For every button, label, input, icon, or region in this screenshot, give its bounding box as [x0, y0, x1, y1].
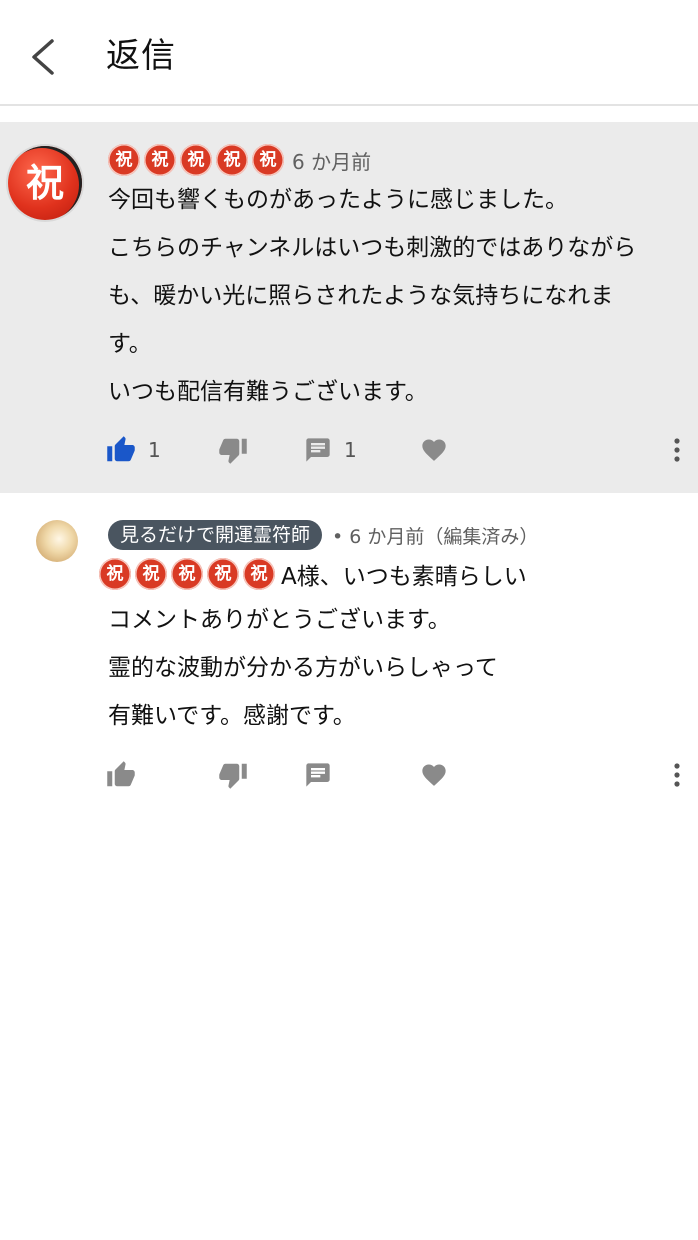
thumbs-up-icon: [107, 436, 135, 462]
author-badge: 祝: [144, 144, 176, 176]
reply-button[interactable]: 1: [304, 430, 357, 470]
reply-comment-icon: [306, 438, 330, 462]
thumbs-down-icon: [219, 438, 247, 464]
reply-comment-icon: [306, 763, 330, 787]
comment-meta: 祝 祝 祝 祝 祝 6 か月前: [108, 140, 371, 180]
comment-line: こちらのチャンネルはいつも刺激的ではありながら: [108, 235, 637, 261]
avatar-glyph: 祝: [25, 161, 64, 205]
reply-line-text: A様、いつも素晴らしい: [281, 564, 527, 590]
mention-badge: 祝: [243, 558, 275, 590]
parent-comment: 祝 祝 祝 祝 祝 祝 6 か月前 今回も響くものがあったように感じました。 こ…: [0, 122, 698, 493]
comment-actions: 1 1: [0, 430, 698, 470]
app-header: 返信: [0, 0, 698, 106]
mention-badge: 祝: [207, 558, 239, 590]
heart-button[interactable]: [420, 430, 448, 470]
avatar[interactable]: 祝: [8, 146, 82, 220]
thumbs-down-icon: [219, 763, 247, 789]
like-button[interactable]: 1: [106, 430, 161, 470]
heart-icon: [422, 764, 446, 786]
comment-time: 6 か月前: [292, 149, 372, 174]
reply-meta: 見るだけで開運霊符師 • 6 か月前（編集済み）: [108, 520, 538, 550]
reply-button[interactable]: [304, 755, 332, 795]
like-count: 1: [148, 438, 161, 462]
comment-line: いつも配信有難うございます。: [108, 379, 428, 405]
more-options-button[interactable]: [670, 430, 684, 470]
more-vert-icon: [674, 763, 680, 787]
dislike-button[interactable]: [218, 430, 248, 470]
reply-time: • 6 か月前（編集済み）: [332, 525, 539, 548]
reply-count: 1: [344, 438, 357, 462]
thumbs-up-icon: [107, 761, 135, 787]
reply-avatar[interactable]: [36, 520, 78, 562]
like-button[interactable]: [106, 755, 136, 795]
dislike-button[interactable]: [218, 755, 248, 795]
author-badge: 祝: [216, 144, 248, 176]
back-button[interactable]: [22, 33, 66, 81]
comment-line: も、暖かい光に照らされたような気持ちになれま: [108, 283, 614, 309]
mention-badge: 祝: [135, 558, 167, 590]
page-title: 返信: [106, 36, 176, 76]
author-badge: 祝: [252, 144, 284, 176]
reply-first-line: 祝 祝 祝 祝 祝 A様、いつも素晴らしい: [99, 550, 527, 598]
comment-line: 今回も響くものがあったように感じました。: [108, 187, 568, 213]
mention-badge: 祝: [171, 558, 203, 590]
author-badge: 祝: [108, 144, 140, 176]
author-name-chip[interactable]: 見るだけで開運霊符師: [108, 520, 323, 550]
mention-badge: 祝: [99, 558, 131, 590]
reply-actions: [0, 755, 698, 795]
heart-icon: [422, 439, 446, 461]
heart-button[interactable]: [420, 755, 448, 795]
more-vert-icon: [674, 438, 680, 462]
comment-line: す。: [108, 331, 152, 357]
back-arrow-icon: [32, 39, 54, 75]
more-options-button[interactable]: [670, 755, 684, 795]
reply-line: 霊的な波動が分かる方がいらしゃって: [108, 655, 498, 681]
reply-line: 有難いです。感謝です。: [108, 703, 356, 729]
author-badge: 祝: [180, 144, 212, 176]
reply-line: コメントありがとうございます。: [108, 607, 451, 633]
